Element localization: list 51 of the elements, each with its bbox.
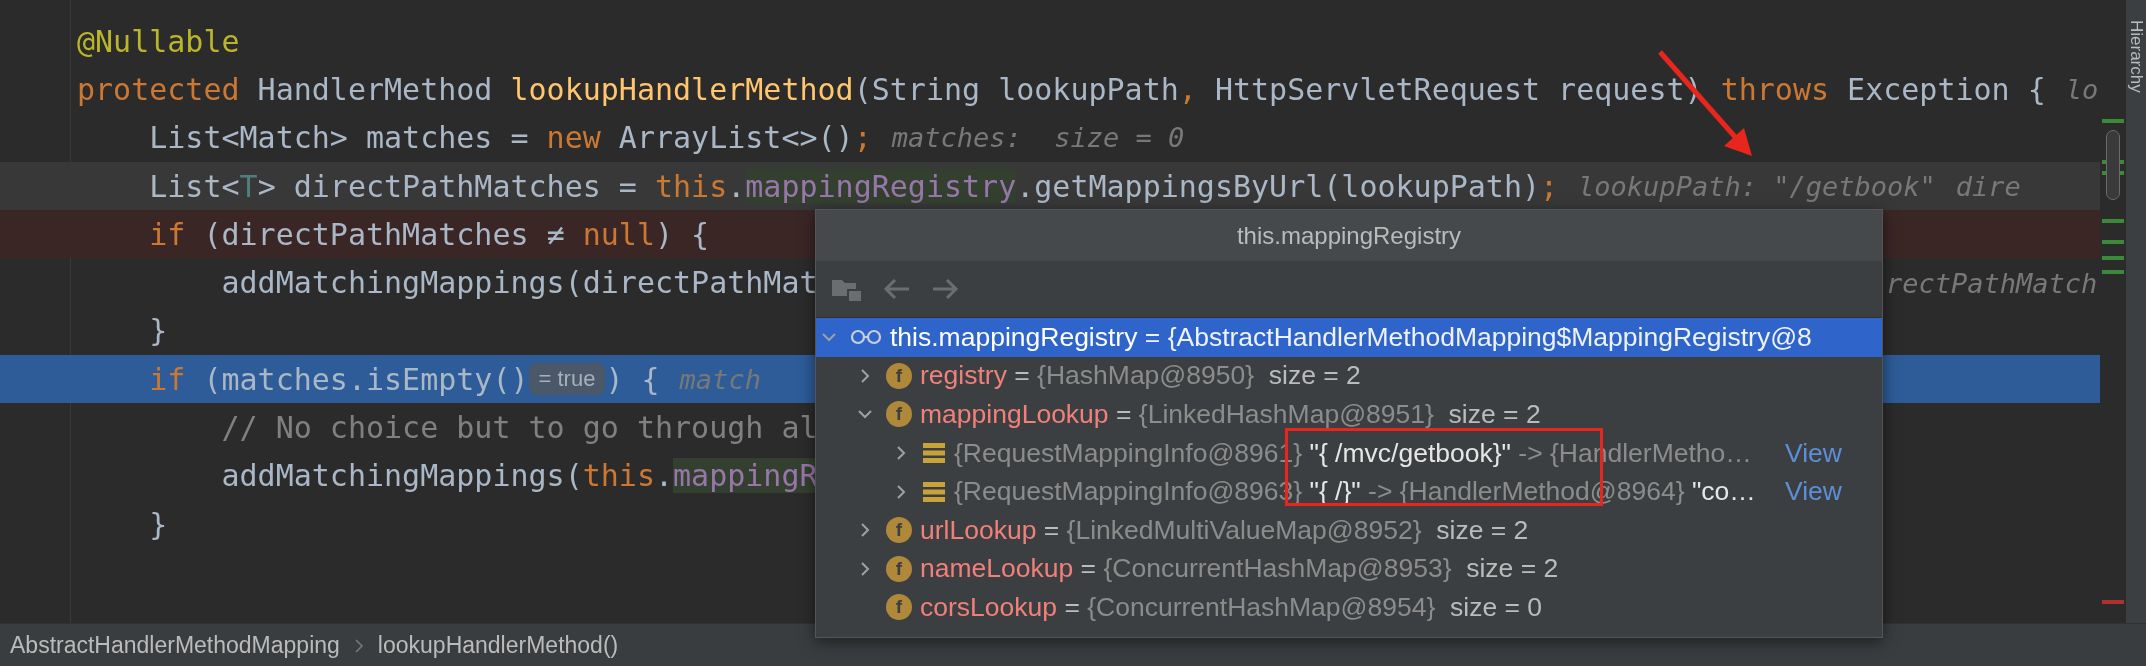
field-icon: f	[886, 555, 912, 582]
tree-row[interactable]: f mappingLookup = {LinkedHashMap@8951} size = 2	[816, 395, 1882, 434]
scrollbar-thumb[interactable]	[2106, 130, 2120, 200]
code-text: addMatchingMappings(directPathMat	[221, 265, 818, 301]
code-text: // No choice but to go through al	[221, 410, 818, 445]
field-icon: f	[886, 401, 912, 428]
inline-hint: match	[679, 363, 761, 395]
chevron-right-icon	[353, 637, 364, 654]
code-text: ) {	[605, 361, 660, 397]
tree-row-text: nameLookup = {ConcurrentHashMap@8953} size = 2	[920, 553, 1559, 585]
tree-row[interactable]: this.mappingRegistry = {AbstractHandlerMethodMapping$MappingRegistry@8	[816, 318, 1882, 357]
breadcrumb-item[interactable]: lookupHandlerMethod()	[377, 632, 619, 659]
code-text: List<Match> matches = new ArrayList<>();	[149, 120, 872, 156]
glasses-icon	[850, 329, 882, 346]
code-text: if (directPathMatches ≠ null) {	[149, 216, 710, 252]
tree-row-text: this.mappingRegistry = {AbstractHandlerMethodMapping$MappingRegistry@8	[890, 321, 1812, 353]
code-text: }	[149, 313, 168, 349]
change-marker	[2102, 119, 2124, 123]
change-marker	[2102, 270, 2124, 274]
inline-hint: lookupPath: "/getbook"	[1578, 170, 1936, 202]
tree-row-text: mappingLookup = {LinkedHashMap@8951} size = 2	[920, 399, 1541, 430]
code-text: }	[149, 506, 168, 542]
field-icon: f	[886, 517, 912, 544]
code-text: if (matches.isEmpty()	[149, 361, 529, 397]
change-marker	[2102, 219, 2124, 223]
tree-row[interactable]: f corsLookup = {ConcurrentHashMap@8954} size = 0	[816, 588, 1882, 627]
view-link[interactable]: View	[1777, 476, 1882, 508]
code-text: addMatchingMappings(this.mappingR	[221, 458, 818, 494]
value-badge: = true	[528, 363, 606, 396]
breadcrumb-item[interactable]: AbstractHandlerMethodMapping	[10, 632, 340, 659]
code-text: @Nullable	[77, 23, 240, 59]
popup-title: this.mappingRegistry	[1236, 221, 1462, 250]
change-marker	[2102, 256, 2124, 260]
tree-row[interactable]: f registry = {HashMap@8950} size = 2	[816, 356, 1882, 396]
tree-row-text: urlLookup = {LinkedMultiValueMap@8952} size = 2	[920, 514, 1529, 546]
tree-row[interactable]: f urlLookup = {LinkedMultiValueMap@8952} size = 2	[816, 510, 1882, 550]
inline-hint: dire	[1955, 170, 2021, 202]
inline-hint: matches: size = 0	[891, 122, 1185, 154]
tree-row-text: registry = {HashMap@8950} size = 2	[920, 360, 1361, 392]
error-marker	[2102, 600, 2124, 604]
entry-icon	[922, 442, 946, 465]
change-marker	[2102, 240, 2124, 244]
tree-row[interactable]: f nameLookup = {ConcurrentHashMap@8953} size = 2	[816, 549, 1882, 589]
inline-hint: rectPathMatch	[1886, 268, 2098, 300]
entry-icon	[922, 480, 946, 503]
view-link[interactable]: View	[1777, 437, 1882, 469]
code-text: List<T> directPathMatches = this.mappingRegistry.getMappingsByUrl(lookupPath);	[149, 168, 1559, 204]
field-icon: f	[886, 362, 912, 389]
tree-row-text: corsLookup = {ConcurrentHashMap@8954} size = 0	[920, 591, 1543, 623]
inline-hint: lo	[2065, 73, 2099, 105]
field-icon: f	[886, 594, 912, 621]
